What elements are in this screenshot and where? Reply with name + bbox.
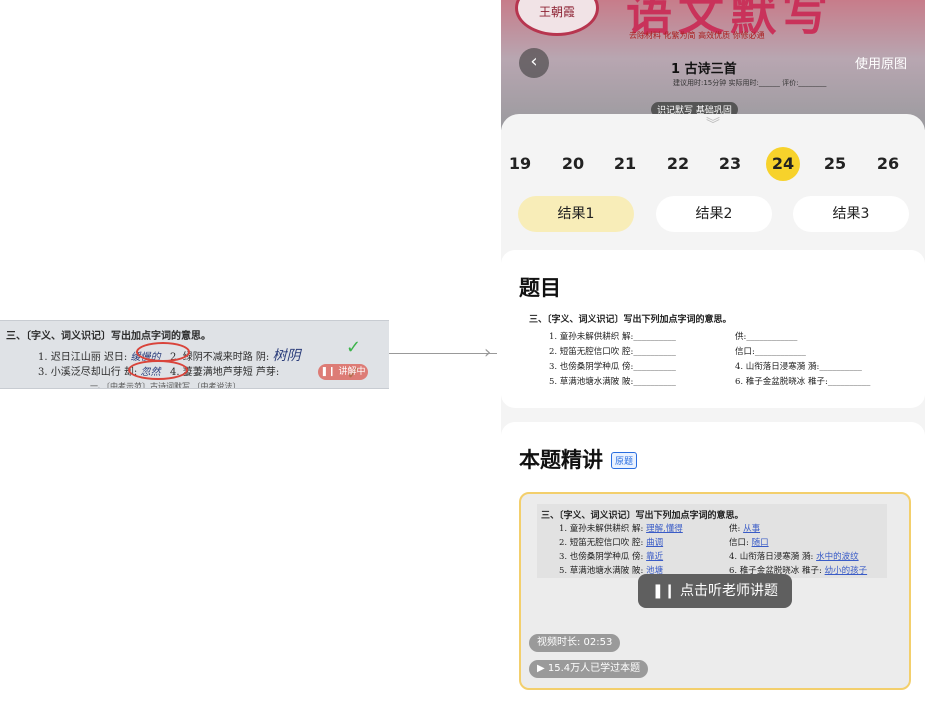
book-slogan: 去除材料 化繁为简 高效优质 你修必通 — [629, 31, 765, 40]
chevron-left-icon: ‹ — [530, 51, 538, 72]
bottom-sheet: ︾ 19 20 21 22 23 24 25 26 结果1 结果2 结果3 题目… — [501, 114, 925, 706]
book-cover-photo: 王朝霞 语文默写 去除材料 化繁为简 高效优质 你修必通 1 古诗三首 建议用时… — [501, 0, 925, 130]
question-line: 2. 短笛无腔信口吹 腔:__________ — [549, 347, 676, 357]
video-question-heading: 三、〔字义、词义识记〕写出下列加点字词的意思。 — [541, 511, 744, 521]
question-line: 1. 童孙未解供耕织 解:__________ — [549, 332, 676, 342]
explaining-badge: ❚❙ 讲解中 — [318, 364, 368, 380]
page-19[interactable]: 19 — [503, 147, 537, 181]
question-title: 题目 — [519, 276, 561, 300]
arrow-right-icon: › — [484, 342, 492, 363]
phone-screen: 王朝霞 语文默写 去除材料 化繁为简 高效优质 你修必通 1 古诗三首 建议用时… — [501, 0, 925, 706]
video-player[interactable]: 三、〔字义、词义识记〕写出下列加点字词的意思。 1. 童孙未解供耕织 解: 理解… — [519, 492, 911, 690]
question-crop-image[interactable]: 三、〔字义、词义识记〕写出加点字词的意思。 1. 迟日江山丽 迟日: 缓慢的 2… — [0, 320, 389, 389]
video-answer-line: 4. 山衔落日浸寒漪 漪: 水中的波纹 — [729, 552, 859, 562]
page-24-selected[interactable]: 24 — [766, 147, 800, 181]
video-answer-line: 3. 也傍桑阴学种瓜 傍: 靠近 — [559, 552, 664, 562]
arrow-line — [389, 353, 497, 354]
video-duration: 视频时长: 02:53 — [529, 634, 621, 652]
question-line: 5. 草满池塘水满陂 陂:__________ — [549, 377, 676, 387]
crop-row-3: 一、〔中考示范〕古诗词默写 〔中考说法〕 — [90, 382, 241, 389]
page-21[interactable]: 21 — [608, 147, 642, 181]
question-line: 供:____________ — [735, 332, 798, 342]
question-line: 4. 山衔落日浸寒漪 漪:__________ — [735, 362, 862, 372]
explanation-card: 本题精讲 原题 三、〔字义、词义识记〕写出下列加点字词的意思。 1. 童孙未解供… — [501, 422, 925, 706]
page-25[interactable]: 25 — [818, 147, 852, 181]
page-selector: 19 20 21 22 23 24 25 26 — [501, 142, 925, 182]
tab-result-2[interactable]: 结果2 — [656, 196, 772, 232]
lesson-title: 1 古诗三首 — [671, 62, 737, 77]
result-tabs: 结果1 结果2 结果3 — [501, 196, 925, 232]
lesson-time: 建议用时:15分钟 实际用时:______ 评价:________ — [673, 79, 827, 87]
crop-heading: 三、〔字义、词义识记〕写出加点字词的意思。 — [6, 331, 211, 342]
tab-result-1[interactable]: 结果1 — [518, 196, 634, 232]
explanation-title: 本题精讲 — [519, 448, 603, 472]
chevron-down-icon[interactable]: ︾ — [699, 118, 727, 132]
page-20[interactable]: 20 — [556, 147, 590, 181]
video-answer-line: 2. 短笛无腔信口吹 腔: 曲调 — [559, 538, 664, 548]
play-icon: ▶ — [537, 663, 548, 674]
original-badge: 原题 — [611, 452, 638, 469]
audio-bars-icon: ❚❙ — [652, 583, 680, 599]
page-22[interactable]: 22 — [661, 147, 695, 181]
question-line: 6. 稚子金盆脱晓冰 稚子:__________ — [735, 377, 871, 387]
question-line: 3. 也傍桑阴学种瓜 傍:__________ — [549, 362, 676, 372]
video-answer-line: 1. 童孙未解供耕织 解: 理解,懂得 — [559, 524, 683, 534]
question-line: 信口:____________ — [735, 347, 806, 357]
book-logo: 王朝霞 — [515, 0, 599, 36]
back-button[interactable]: ‹ — [519, 48, 549, 78]
learned-count: ▶ 15.4万人已学过本题 — [529, 660, 649, 678]
tab-result-3[interactable]: 结果3 — [793, 196, 909, 232]
audio-bars-icon: ❚❙ — [320, 367, 339, 377]
page-23[interactable]: 23 — [713, 147, 747, 181]
listen-teacher-button[interactable]: ❚❙ 点击听老师讲题 — [638, 574, 792, 608]
red-circle-mark — [136, 342, 190, 362]
question-card: 题目 三、〔字义、词义识记〕写出下列加点字词的意思。 1. 童孙未解供耕织 解:… — [501, 250, 925, 408]
video-answer-line: 信口: 随口 — [729, 538, 769, 548]
page-26[interactable]: 26 — [871, 147, 905, 181]
question-heading: 三、〔字义、词义识记〕写出下列加点字词的意思。 — [529, 315, 732, 325]
video-answer-line: 供: 从事 — [729, 524, 761, 534]
handwritten-answer-2: 树阴 — [272, 348, 301, 364]
use-original-button[interactable]: 使用原图 — [855, 53, 907, 72]
video-thumbnail: 三、〔字义、词义识记〕写出下列加点字词的意思。 1. 童孙未解供耕织 解: 理解… — [537, 504, 887, 578]
red-circle-mark — [128, 360, 188, 380]
checkmark-icon: ✓ — [346, 337, 362, 358]
